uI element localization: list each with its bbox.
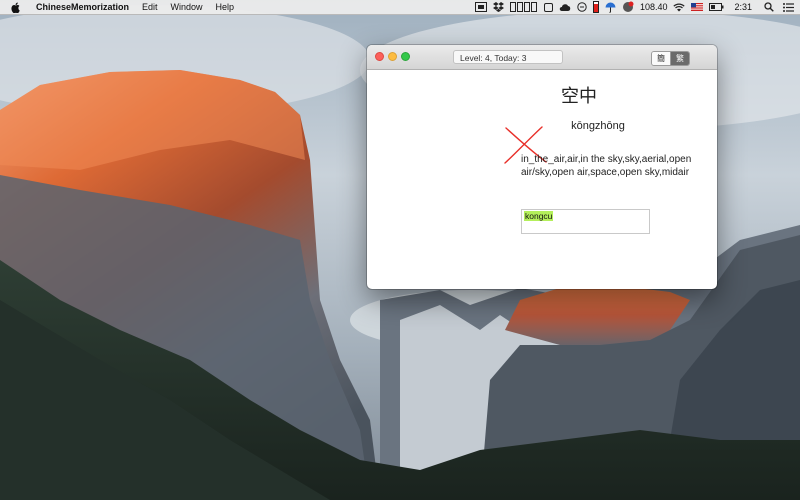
simplified-button[interactable]: 簡 bbox=[652, 52, 670, 65]
script-toggle[interactable]: 簡 繁 bbox=[651, 51, 690, 66]
meaning-text: in_the_air,air,in the sky,sky,aerial,ope… bbox=[521, 154, 692, 178]
umbrella-icon[interactable] bbox=[605, 0, 616, 14]
level-status-field: Level: 4, Today: 3 bbox=[453, 50, 563, 64]
list-icon[interactable] bbox=[783, 0, 794, 14]
us-flag-icon[interactable] bbox=[691, 0, 704, 14]
battery-text[interactable]: 108.40 bbox=[640, 0, 668, 14]
app-window: Level: 4, Today: 3 簡 繁 空中 kōngzhōng in_t… bbox=[367, 45, 717, 289]
close-button[interactable] bbox=[375, 52, 384, 61]
battery-icon[interactable] bbox=[709, 0, 724, 14]
column-icons[interactable] bbox=[509, 0, 538, 14]
menu-app-name[interactable]: ChineseMemorization bbox=[36, 2, 129, 12]
clock[interactable]: 2:31 bbox=[734, 0, 752, 14]
wifi-icon[interactable] bbox=[673, 0, 686, 14]
stop-icon[interactable] bbox=[543, 0, 553, 14]
menu-window[interactable]: Window bbox=[171, 2, 203, 12]
circle-status-icon[interactable] bbox=[577, 0, 587, 14]
battery-monitor-icon[interactable] bbox=[592, 0, 599, 14]
answer-text: kongcu bbox=[524, 211, 554, 221]
status-menus: 108.40 2:31 bbox=[469, 0, 794, 14]
screen-recorder-icon[interactable] bbox=[474, 0, 487, 14]
menu-help[interactable]: Help bbox=[216, 2, 235, 12]
apple-logo-icon[interactable] bbox=[11, 1, 22, 13]
traditional-button[interactable]: 繁 bbox=[670, 52, 689, 65]
user-status-icon[interactable] bbox=[622, 0, 634, 14]
menu-bar: ChineseMemorization Edit Window Help 108… bbox=[0, 0, 800, 15]
menu-edit[interactable]: Edit bbox=[142, 2, 158, 12]
zoom-button[interactable] bbox=[401, 52, 410, 61]
answer-input[interactable]: kongcu bbox=[521, 209, 650, 234]
cloud-icon[interactable] bbox=[559, 0, 571, 14]
search-icon[interactable] bbox=[764, 0, 774, 14]
dropbox-icon[interactable] bbox=[492, 0, 504, 14]
minimize-button[interactable] bbox=[388, 52, 397, 61]
chinese-word: 空中 bbox=[561, 86, 597, 106]
title-bar[interactable]: Level: 4, Today: 3 簡 繁 bbox=[367, 45, 717, 70]
